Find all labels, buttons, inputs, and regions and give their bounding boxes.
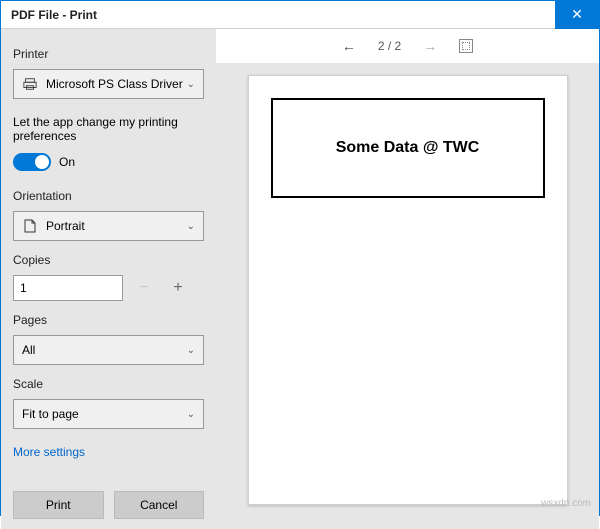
chevron-down-icon: ⌄ bbox=[187, 79, 195, 90]
dialog-body: Printer Microsoft PS Class Driver ⌄ Let … bbox=[1, 29, 599, 529]
chevron-down-icon: ⌄ bbox=[187, 409, 195, 420]
orientation-dropdown[interactable]: Portrait ⌄ bbox=[13, 211, 204, 241]
scale-label: Scale bbox=[13, 377, 204, 391]
page-preview: Some Data @ TWC bbox=[248, 75, 568, 505]
print-button[interactable]: Print bbox=[13, 491, 104, 519]
chevron-down-icon: ⌄ bbox=[187, 221, 195, 232]
preview-panel: ← 2 / 2 → Some Data @ TWC bbox=[216, 29, 599, 529]
window-title: PDF File - Print bbox=[1, 8, 97, 22]
copies-row: − + bbox=[13, 275, 204, 301]
preferences-text: Let the app change my printing preferenc… bbox=[13, 115, 204, 143]
copies-input[interactable] bbox=[13, 275, 123, 301]
copies-label: Copies bbox=[13, 253, 204, 267]
print-dialog: PDF File - Print ✕ Printer Microsoft PS … bbox=[0, 0, 600, 516]
scale-value: Fit to page bbox=[22, 407, 187, 421]
printer-label: Printer bbox=[13, 47, 204, 61]
pages-dropdown[interactable]: All ⌄ bbox=[13, 335, 204, 365]
preferences-toggle-row: On bbox=[13, 153, 204, 171]
cancel-button[interactable]: Cancel bbox=[114, 491, 205, 519]
preferences-toggle[interactable] bbox=[13, 153, 51, 171]
page-indicator: 2 / 2 bbox=[378, 39, 401, 53]
pages-label: Pages bbox=[13, 313, 204, 327]
toggle-knob bbox=[35, 155, 49, 169]
next-page-button[interactable]: → bbox=[423, 38, 437, 54]
printer-icon bbox=[22, 77, 38, 91]
toggle-state-label: On bbox=[59, 155, 75, 169]
prev-page-button[interactable]: ← bbox=[342, 38, 356, 54]
page-icon bbox=[22, 219, 38, 233]
orientation-value: Portrait bbox=[46, 219, 187, 233]
orientation-label: Orientation bbox=[13, 189, 204, 203]
close-button[interactable]: ✕ bbox=[555, 1, 599, 29]
printer-dropdown[interactable]: Microsoft PS Class Driver ⌄ bbox=[13, 69, 204, 99]
copies-increment[interactable]: + bbox=[165, 275, 191, 301]
preview-toolbar: ← 2 / 2 → bbox=[216, 29, 599, 63]
settings-panel: Printer Microsoft PS Class Driver ⌄ Let … bbox=[1, 29, 216, 529]
chevron-down-icon: ⌄ bbox=[187, 345, 195, 356]
scale-dropdown[interactable]: Fit to page ⌄ bbox=[13, 399, 204, 429]
titlebar: PDF File - Print ✕ bbox=[1, 1, 599, 29]
close-icon: ✕ bbox=[571, 6, 583, 23]
printer-value: Microsoft PS Class Driver bbox=[46, 77, 187, 91]
copies-decrement[interactable]: − bbox=[131, 275, 157, 301]
fullscreen-icon[interactable] bbox=[459, 39, 473, 53]
preview-content: Some Data @ TWC bbox=[271, 98, 545, 198]
page-area: Some Data @ TWC bbox=[216, 63, 599, 529]
action-buttons: Print Cancel bbox=[1, 481, 216, 529]
pages-value: All bbox=[22, 343, 187, 357]
more-settings-link[interactable]: More settings bbox=[13, 445, 204, 459]
